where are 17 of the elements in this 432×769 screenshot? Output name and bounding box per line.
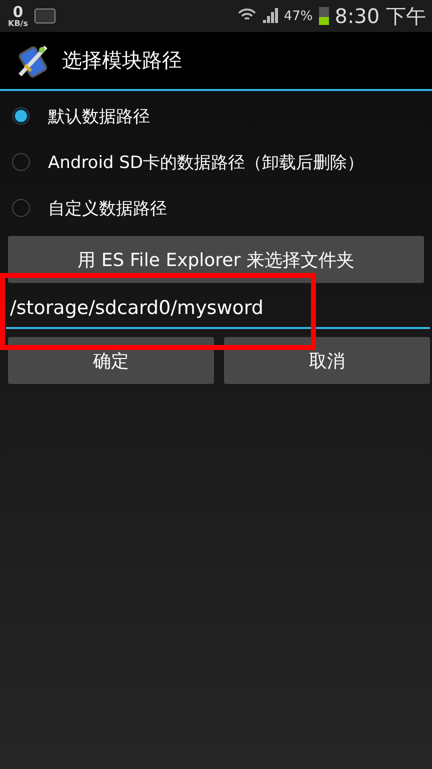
battery-icon [318, 7, 329, 25]
battery-percent: 47% [284, 8, 313, 24]
radio-button[interactable] [12, 153, 30, 171]
network-speed: 0 [12, 4, 24, 20]
screen-icon [34, 7, 56, 25]
radio-option[interactable]: 默认数据路径 [0, 93, 432, 139]
speed-unit: KB/s [8, 20, 28, 28]
radio-option[interactable]: Android SD卡的数据路径（卸载后删除） [0, 139, 432, 185]
radio-button[interactable] [12, 199, 30, 217]
dialog-button[interactable]: 取消 [224, 337, 430, 384]
radio-button[interactable] [12, 107, 30, 125]
clock: 8:30 下午 [334, 2, 426, 30]
browse-folder-button[interactable]: 用 ES File Explorer 来选择文件夹 [8, 236, 424, 283]
path-field[interactable]: /storage/sdcard0/mysword [6, 289, 430, 329]
signal-icon [262, 8, 278, 24]
radio-option[interactable]: 自定义数据路径 [0, 185, 432, 231]
dialog-title: 选择模块路径 [62, 47, 182, 74]
